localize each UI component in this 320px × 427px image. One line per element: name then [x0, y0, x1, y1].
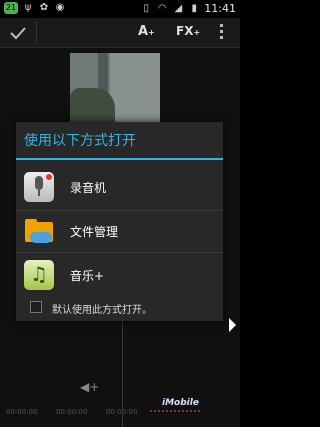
status-bar: 21 ψ ✿ ◉ ▯ ◠ ◢ ▮ 11:41 — [0, 0, 240, 18]
dotted-progress — [150, 410, 200, 416]
watermark-logo: iMobile — [162, 398, 199, 408]
option-music[interactable]: ♫ 音乐+ — [16, 256, 223, 294]
signal-icon: ◢ — [174, 3, 183, 14]
option-label: 录音机 — [70, 181, 107, 195]
fx-label: FX — [176, 24, 194, 38]
sound-recorder-icon — [24, 172, 54, 202]
notification-badge: 21 — [4, 2, 18, 14]
status-time: 11:41 — [204, 2, 236, 15]
usb-icon: ψ — [24, 2, 32, 13]
wifi-icon: ◠ — [157, 3, 167, 14]
fx-button[interactable]: FX+ — [176, 24, 200, 38]
dialog-title-rule — [16, 158, 223, 160]
status-right-icons: ▯ ◠ ◢ ▮ 11:41 — [140, 2, 236, 16]
usb-debug-icon: ✿ — [39, 2, 49, 13]
file-manager-icon — [24, 216, 54, 246]
check-icon[interactable] — [8, 23, 28, 43]
music-icon: ♫ — [24, 260, 54, 290]
option-sound-recorder[interactable]: 录音机 — [16, 168, 223, 206]
battery-icon: ▮ — [191, 3, 198, 14]
row-divider — [16, 252, 223, 253]
add-text-button[interactable]: A+ — [138, 24, 155, 39]
dialog-title: 使用以下方式打开 — [24, 133, 136, 149]
volume-add-icon[interactable]: ◀+ — [80, 380, 99, 394]
sim-icon: ▯ — [143, 3, 150, 14]
default-checkbox[interactable] — [30, 301, 42, 313]
expand-arrow-icon[interactable] — [229, 318, 236, 332]
add-text-label: A — [138, 24, 149, 39]
action-bar-divider — [36, 22, 37, 44]
timecode-mid: 00:00:00 — [56, 408, 88, 416]
video-preview — [70, 53, 160, 128]
sync-icon: ◉ — [55, 2, 65, 13]
option-label: 音乐+ — [70, 269, 105, 283]
timecode-right: 00:00:00 — [106, 408, 138, 416]
default-option-row[interactable]: 默认使用此方式打开。 — [16, 298, 223, 318]
option-file-manager[interactable]: 文件管理 — [16, 212, 223, 250]
action-bar: A+ FX+ — [0, 18, 240, 48]
open-with-dialog: 使用以下方式打开 录音机 文件管理 ♫ 音乐+ 默认使用此方式打开。 — [16, 122, 223, 321]
status-left-icons: 21 ψ ✿ ◉ — [4, 2, 66, 14]
row-divider — [16, 210, 223, 211]
option-label: 文件管理 — [70, 225, 119, 239]
timecode-left: 00:00:00 — [6, 408, 38, 416]
overflow-menu-icon[interactable] — [218, 24, 224, 42]
default-checkbox-label: 默认使用此方式打开。 — [52, 305, 152, 316]
